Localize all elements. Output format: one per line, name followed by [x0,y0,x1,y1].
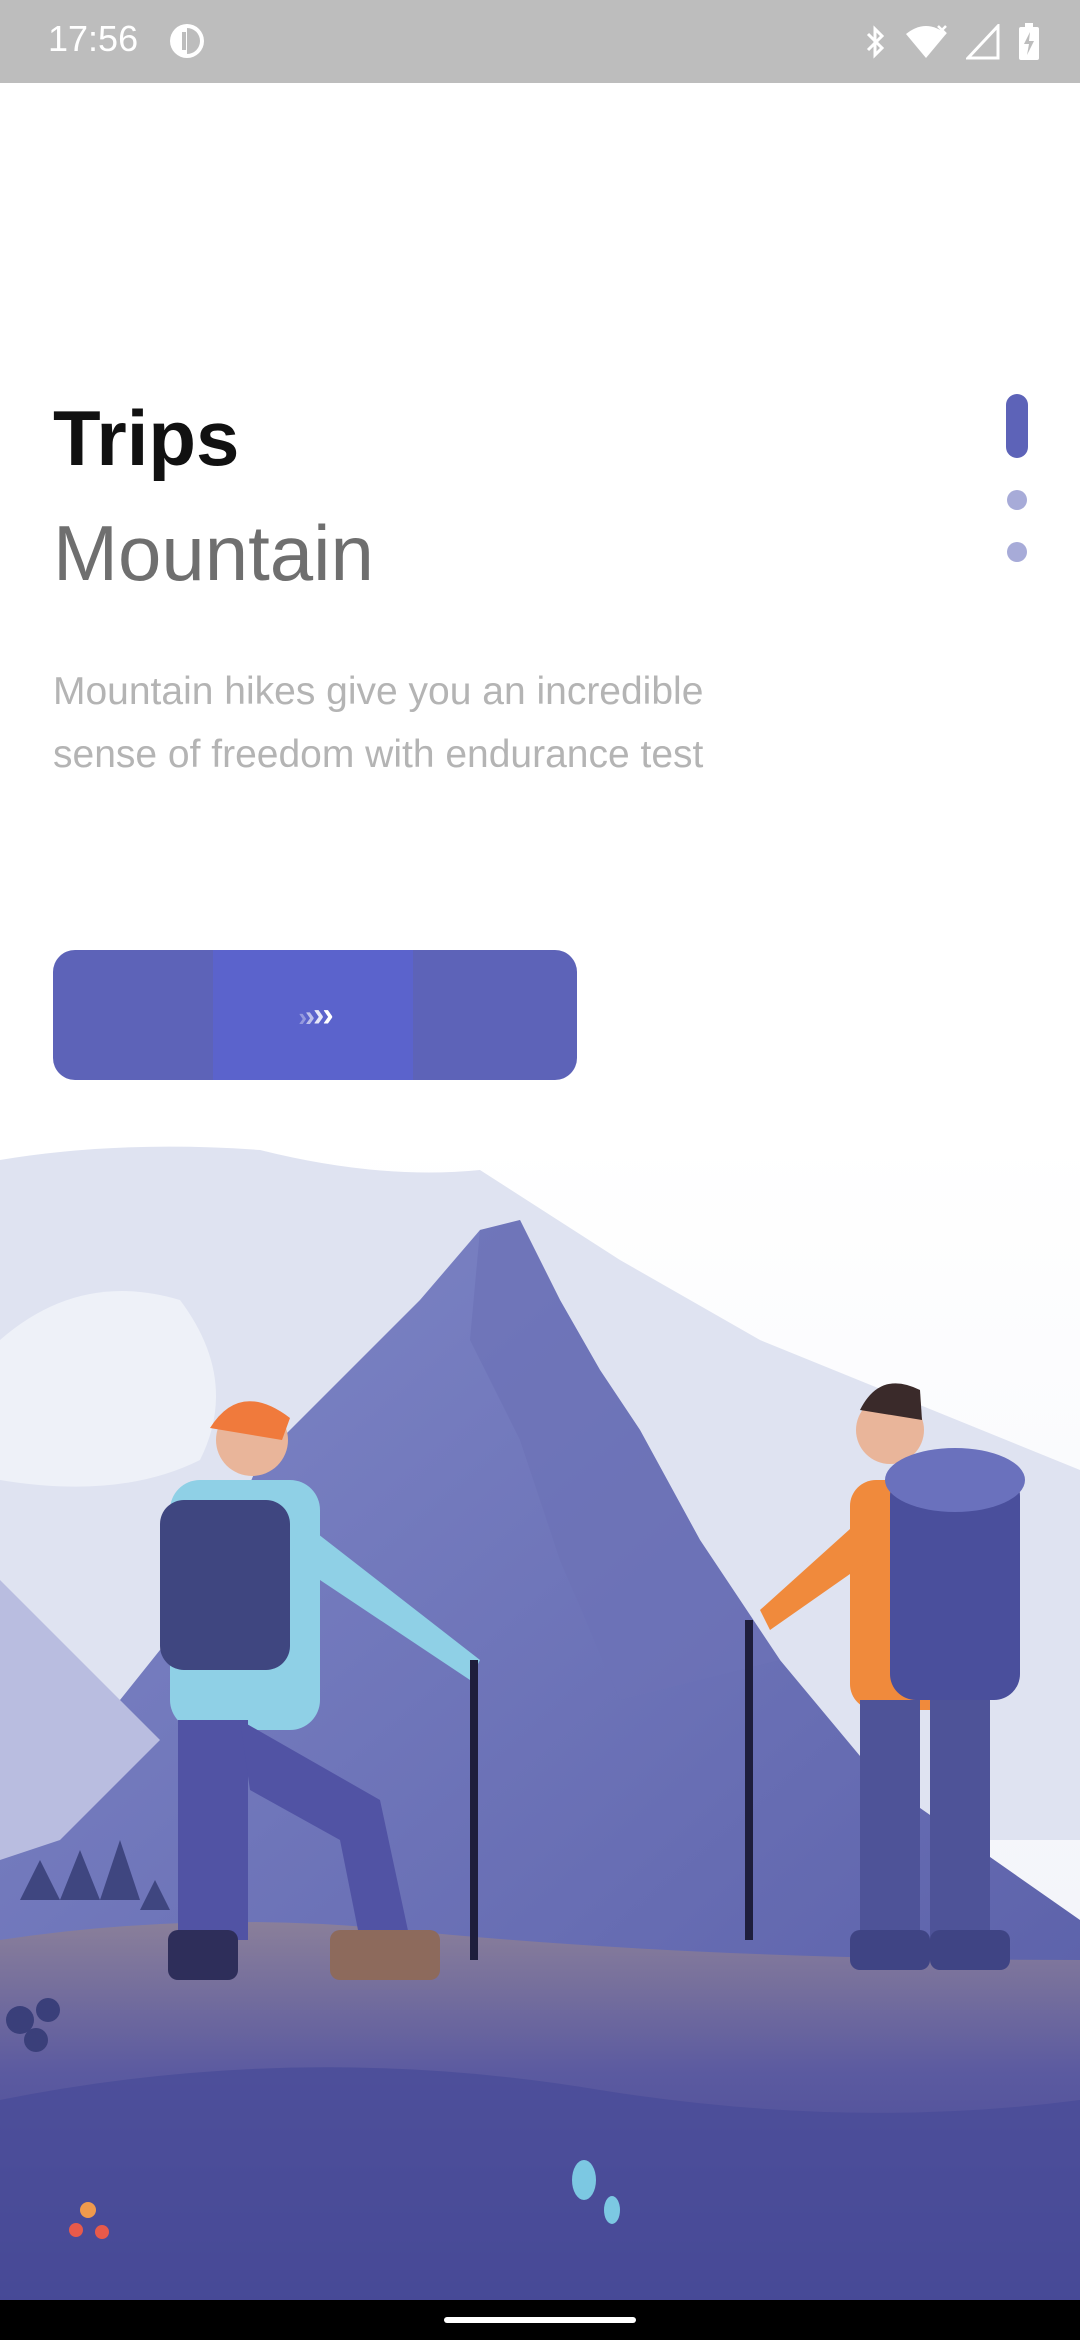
status-bar: 17:56 [0,0,1080,83]
home-gesture-handle[interactable] [444,2317,636,2323]
signal-icon [966,24,1000,60]
chevron-arrows-icon: ›››› [298,995,333,1034]
navigation-bar [0,2300,1080,2340]
onboarding-screen: 17:56 Trips Mountain Mountain hikes give… [0,0,1080,2340]
indicator-dot-active[interactable] [1006,394,1028,458]
battery-icon [1019,23,1039,60]
indicator-dot[interactable] [1007,542,1027,562]
hikers-mountain-illustration [0,1140,1080,2300]
indicator-dot[interactable] [1007,490,1027,510]
page-indicator[interactable] [1006,394,1028,562]
status-time: 17:56 [48,18,139,59]
page-title: Trips [53,394,240,482]
page-description: Mountain hikes give you an incredible se… [53,670,704,776]
next-button[interactable]: ›››› [53,950,577,1080]
wifi-icon [906,25,947,58]
status-icons [864,20,1040,64]
bluetooth-icon [866,25,885,59]
app-notification-icon [170,24,204,58]
page-subtitle: Mountain [53,509,374,597]
